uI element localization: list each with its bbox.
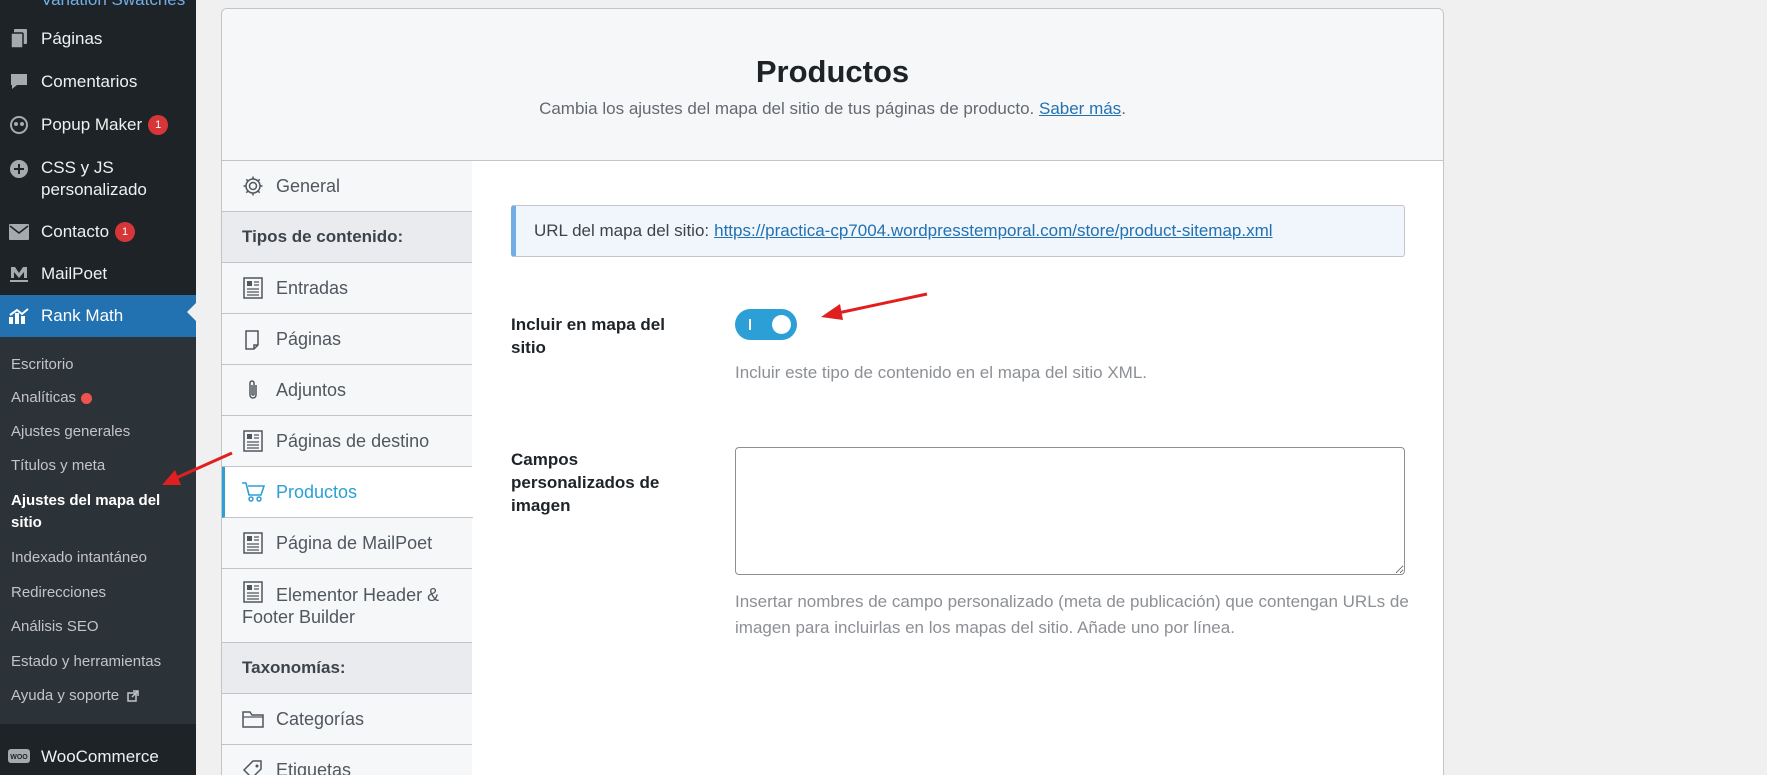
annotation-arrow-submenu [162,451,233,485]
annotation-arrow-toggle [821,292,928,320]
annotation-arrows [162,292,928,485]
